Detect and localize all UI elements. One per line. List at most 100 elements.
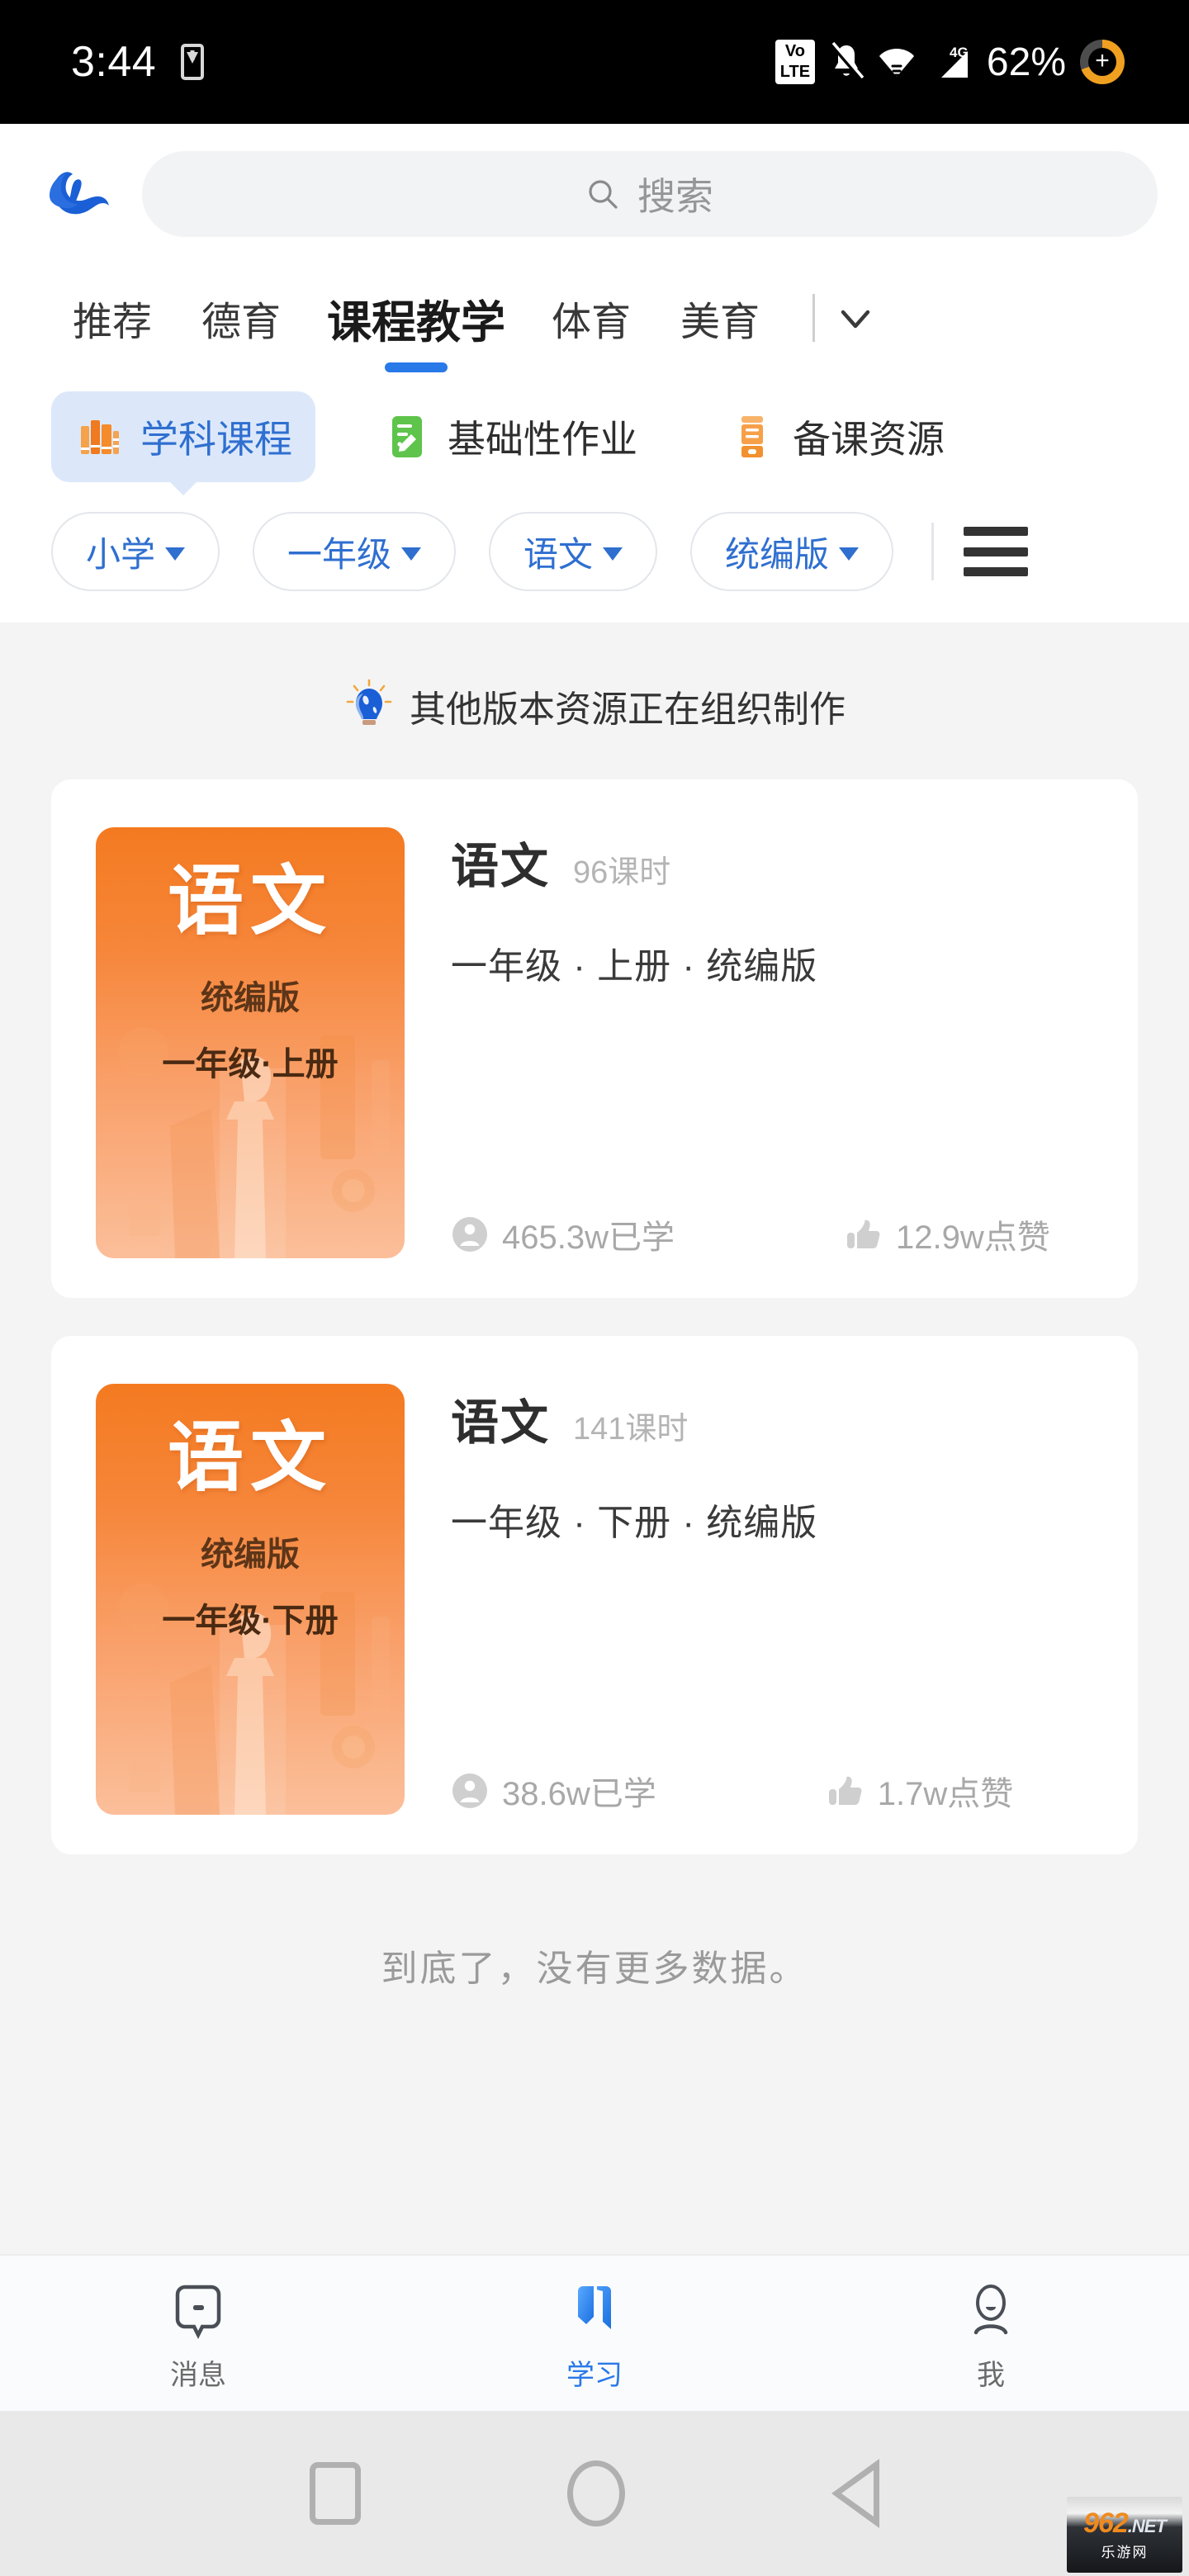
search-input[interactable]: 搜索: [142, 151, 1158, 237]
nav-label: 我: [977, 2359, 1005, 2391]
tabs-divider: [812, 294, 816, 342]
notice-banner: 其他版本资源正在组织制作: [0, 623, 1189, 779]
course-hours: 141课时: [573, 1412, 689, 1447]
chevron-down-icon[interactable]: [833, 296, 878, 340]
watermark-tld: .NET: [1127, 2515, 1167, 2536]
nav-item-messages[interactable]: 消息: [0, 2275, 396, 2393]
watermark-sub: 乐游网: [1101, 2544, 1149, 2560]
site-watermark: 962.NET 乐游网: [1067, 2497, 1182, 2573]
course-card[interactable]: 语文 统编版 一年级·上册 语文 96课时 一年级 · 上册 · 统编版 465…: [51, 779, 1138, 1298]
watermark-brand-row: 962.NET: [1083, 2507, 1167, 2539]
volte-top-label: Vo: [784, 42, 805, 60]
caret-down-icon: [839, 547, 860, 561]
category-tabs: 推荐 德育 课程教学 体育 美育: [0, 264, 1189, 372]
filter-edition[interactable]: 统编版: [690, 512, 894, 591]
course-stats: 465.3w已学 12.9w点赞: [451, 1210, 1098, 1258]
android-navigation-bar: 962.NET 乐游网: [0, 2411, 1189, 2576]
watermark-brand: 962: [1083, 2507, 1129, 2539]
books-icon: [74, 411, 126, 462]
download-indicator-icon: [181, 44, 205, 80]
status-time: 3:44: [71, 38, 157, 86]
filter-row: 小学 一年级 语文 统编版: [0, 497, 1189, 614]
nav-item-study[interactable]: 学习: [396, 2275, 793, 2393]
filter-grade[interactable]: 一年级: [253, 512, 457, 591]
battery-charging-icon: +: [1080, 40, 1125, 84]
chip-jichuxingzuoye[interactable]: 基础性作业: [358, 391, 661, 482]
tab-tuijian[interactable]: 推荐: [48, 289, 177, 347]
lightbulb-icon: [343, 679, 395, 733]
caret-down-icon: [401, 547, 422, 561]
person-outline-icon: [963, 2281, 1019, 2341]
stat-learned: 38.6w已学: [451, 1767, 656, 1815]
signal-4g-icon: 4G: [930, 43, 973, 81]
hamburger-line: [964, 567, 1029, 576]
volte-bottom-label: LTE: [779, 63, 811, 81]
person-icon: [451, 1215, 489, 1253]
course-title-row: 语文 96课时: [451, 827, 1098, 897]
stat-likes: 12.9w点赞: [845, 1210, 1050, 1258]
tab-tiyu[interactable]: 体育: [527, 289, 656, 347]
chip-xuekekecheng[interactable]: 学科课程: [51, 391, 315, 482]
chip-beikeziyuan[interactable]: 备课资源: [703, 391, 968, 482]
person-icon: [451, 1772, 489, 1810]
circle-home-icon[interactable]: [567, 2460, 625, 2526]
stat-learned-label: 38.6w已学: [502, 1776, 656, 1812]
status-bar-right: Vo LTE 4G 62% +: [775, 40, 1125, 85]
cover-title: 语文: [167, 859, 333, 944]
subcategory-chips: 学科课程 基础性作业 备课资源: [0, 372, 1189, 497]
tab-deyu[interactable]: 德育: [177, 289, 306, 347]
tab-kechengjiaoxue[interactable]: 课程教学: [306, 286, 527, 351]
content-area: 其他版本资源正在组织制作 语文 统编版 一年级·上册 语文 96课时 一年级 ·…: [0, 623, 1189, 2254]
volte-icon: Vo LTE: [775, 40, 815, 84]
filter-subject[interactable]: 语文: [489, 512, 658, 591]
battery-percent-label: 62%: [986, 40, 1066, 84]
stat-learned: 465.3w已学: [451, 1210, 675, 1258]
triangle-back-icon[interactable]: [831, 2459, 879, 2528]
course-card-body: 语文 96课时 一年级 · 上册 · 统编版 465.3w已学 12.9w点赞: [451, 827, 1098, 1258]
filter-label: 小学: [86, 534, 156, 574]
resource-box-icon: [727, 411, 778, 462]
nav-label: 消息: [170, 2359, 226, 2391]
status-bar: 3:44 Vo LTE 4G 62% +: [0, 0, 1189, 124]
tab-meiyu[interactable]: 美育: [656, 289, 784, 347]
course-cover-thumbnail: 语文 统编版 一年级·上册: [96, 827, 405, 1258]
status-bar-left: 3:44: [71, 37, 205, 87]
stat-likes: 1.7w点赞: [827, 1767, 1014, 1815]
battery-plus-glyph: +: [1095, 46, 1110, 74]
caret-down-icon: [603, 547, 623, 561]
stat-likes-label: 12.9w点赞: [895, 1219, 1050, 1256]
course-title: 语文: [451, 840, 551, 893]
course-subtitle: 一年级 · 上册 · 统编版: [451, 946, 818, 987]
thumbs-up-icon: [845, 1215, 883, 1253]
chip-label: 备课资源: [793, 418, 945, 461]
stat-likes-label: 1.7w点赞: [877, 1776, 1014, 1812]
course-subtitle: 一年级 · 下册 · 统编版: [451, 1503, 818, 1543]
phone-screen: 3:44 Vo LTE 4G 62% + 搜索 推荐 德育 课程教学 体育 美育…: [0, 0, 1189, 2576]
cover-version: 统编版: [201, 1537, 300, 1573]
caret-down-icon: [165, 547, 186, 561]
chip-label: 基础性作业: [448, 418, 637, 461]
cover-grade: 一年级·上册: [162, 1046, 339, 1082]
top-bar: 搜索: [0, 124, 1189, 264]
search-icon: [586, 178, 619, 211]
nav-item-profile[interactable]: 我: [793, 2275, 1189, 2393]
course-card-body: 语文 141课时 一年级 · 下册 · 统编版 38.6w已学 1.7w点赞: [451, 1384, 1098, 1815]
course-title: 语文: [451, 1396, 551, 1450]
stat-learned-label: 465.3w已学: [502, 1219, 675, 1256]
app-logo-cloud-icon[interactable]: [40, 154, 119, 234]
hamburger-menu-icon[interactable]: [964, 527, 1029, 576]
cover-version: 统编版: [201, 980, 300, 1016]
hamburger-line: [964, 547, 1029, 556]
search-placeholder: 搜索: [637, 175, 713, 218]
wifi-icon: [878, 44, 916, 80]
course-card[interactable]: 语文 统编版 一年级·下册 语文 141课时 一年级 · 下册 · 统编版 38…: [51, 1336, 1138, 1854]
filter-stage[interactable]: 小学: [51, 512, 220, 591]
message-bubble-icon: [170, 2281, 226, 2341]
end-of-list-text: 到底了，没有更多数据。: [381, 1949, 808, 1989]
notice-text: 其他版本资源正在组织制作: [410, 689, 846, 730]
bell-muted-icon: [829, 41, 865, 82]
filter-label: 语文: [523, 534, 594, 574]
course-stats: 38.6w已学 1.7w点赞: [451, 1767, 1098, 1815]
square-recents-icon[interactable]: [310, 2462, 361, 2525]
chip-label: 学科课程: [140, 418, 292, 461]
